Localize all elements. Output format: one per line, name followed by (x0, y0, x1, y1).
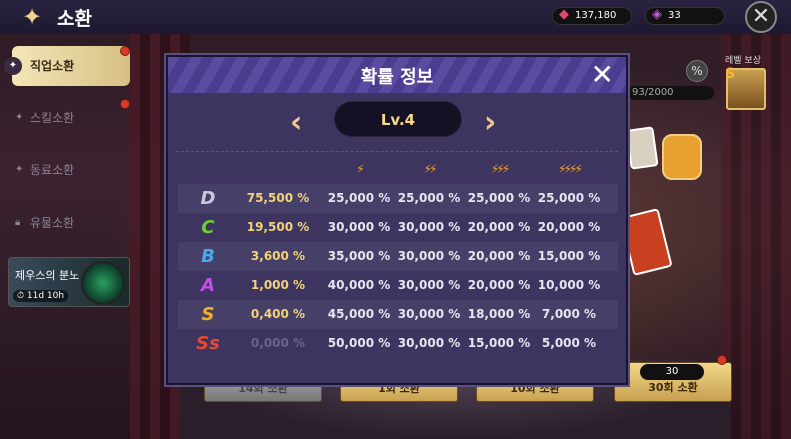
grade-label: S (201, 304, 215, 325)
tier-4-lightning-icon: ⚡⚡⚡⚡ (558, 162, 583, 176)
sparkle-icon: ✦ (15, 164, 24, 175)
tier-2-lightning-icon: ⚡⚡ (423, 162, 438, 176)
close-icon[interactable]: ✕ (745, 1, 777, 33)
tier-4-rate: 25,000 % (537, 191, 601, 205)
close-icon[interactable]: ✕ (591, 59, 614, 91)
table-header-row: ⚡ ⚡⚡ ⚡⚡⚡ ⚡⚡⚡⚡ (178, 155, 618, 184)
sidebar-item-relic-summon[interactable]: 🔒︎ 유물소환 (12, 203, 130, 243)
event-title: 제우스의 분노 (15, 269, 80, 282)
summon-star-icon: ✦ (21, 3, 43, 31)
sidebar-item-label: 스킬소환 (30, 111, 75, 125)
base-rate: 0,000 % (250, 336, 306, 350)
grade-label: D (200, 188, 216, 209)
grade-label: B (201, 246, 215, 267)
ruby-gem-icon: ◆ (559, 7, 569, 22)
chevron-left-icon[interactable]: ‹ (290, 105, 302, 140)
table-row: D 75,500 % 25,000 % 25,000 % 25,000 % 25,000 … (178, 184, 618, 213)
chevron-right-icon[interactable]: › (484, 105, 496, 140)
tier-3-rate: 18,000 % (467, 307, 531, 321)
tier-1-rate: 50,000 % (327, 336, 391, 350)
sidebar-item-label: 유물소환 (30, 216, 75, 230)
tier-4-rate: 20,000 % (537, 220, 601, 234)
tier-3-rate: 20,000 % (467, 220, 531, 234)
ruby-currency[interactable]: ◆ 137,180 (552, 7, 632, 25)
tier-2-rate: 30,000 % (397, 278, 461, 292)
tier-2-rate: 30,000 % (397, 336, 461, 350)
table-row: C 19,500 % 30,000 % 30,000 % 20,000 % 20,000 … (178, 213, 618, 242)
ruby-amount: 137,180 (575, 10, 617, 21)
modal-title: 확률 정보 (360, 67, 434, 88)
tier-3-rate: 20,000 % (467, 278, 531, 292)
sparkle-icon: ✦ (15, 112, 24, 123)
top-bar: ✦ 소환 ◆ 137,180 ◈ 33 ✕ (0, 0, 791, 34)
event-art (81, 261, 125, 305)
tier-4-rate: 7,000 % (541, 307, 597, 321)
ticket-amount: 33 (668, 10, 681, 21)
sidebar-item-class-summon[interactable]: ✦ 직업소환 (4, 46, 130, 86)
divider (176, 151, 618, 152)
s-grade-icon: S (725, 66, 736, 82)
tier-1-rate: 45,000 % (327, 307, 391, 321)
event-timer-text: 11d 10h (26, 291, 65, 301)
probability-modal: 확률 정보 ✕ ‹ Lv.4 › ⚡ ⚡⚡ ⚡⚡⚡ ⚡⚡⚡⚡ D 75,500 %… (166, 55, 628, 385)
grade-label: C (201, 217, 215, 238)
sidebar-item-companion-summon[interactable]: ✦ 동료소환 (12, 150, 130, 190)
notification-dot (120, 99, 130, 109)
modal-header: 확률 정보 ✕ (168, 57, 626, 93)
event-banner[interactable]: 제우스의 분노 ⏱ 11d 10h (8, 257, 130, 307)
probability-button[interactable]: % (686, 60, 708, 82)
tier-1-rate: 35,000 % (327, 249, 391, 263)
table-row: A 1,000 % 40,000 % 30,000 % 20,000 % 10,000 % (178, 271, 618, 300)
summon-30-cost: 30 (640, 364, 704, 380)
probability-table: ⚡ ⚡⚡ ⚡⚡⚡ ⚡⚡⚡⚡ D 75,500 % 25,000 % 25,000 % 2… (178, 155, 618, 358)
event-timer: ⏱ 11d 10h (13, 290, 69, 302)
notification-dot (120, 46, 130, 56)
tier-1-rate: 30,000 % (327, 220, 391, 234)
sidebar-item-label: 동료소환 (30, 163, 75, 177)
compass-icon: ✦ (4, 57, 22, 75)
summon-ticket-icon: ◈ (652, 7, 662, 22)
tier-2-rate: 30,000 % (397, 249, 461, 263)
grade-label: A (201, 275, 215, 296)
tier-2-rate: 30,000 % (397, 220, 461, 234)
base-rate: 75,500 % (246, 191, 310, 205)
level-selector: Lv.4 (334, 101, 462, 137)
tier-4-rate: 5,000 % (541, 336, 597, 350)
summon-progress: 93/2000 (628, 86, 714, 100)
base-rate: 19,500 % (246, 220, 310, 234)
tier-3-rate: 20,000 % (467, 249, 531, 263)
table-row: Ss 0,000 % 50,000 % 30,000 % 15,000 % 5,000 % (178, 329, 618, 358)
notification-dot (717, 355, 727, 365)
emblem-art (662, 134, 702, 180)
base-rate: 3,600 % (250, 249, 306, 263)
tier-3-rate: 15,000 % (467, 336, 531, 350)
tier-1-rate: 40,000 % (327, 278, 391, 292)
tier-1-lightning-icon: ⚡ (356, 162, 364, 176)
page-title: 소환 (57, 8, 92, 30)
tier-2-rate: 25,000 % (397, 191, 461, 205)
tier-1-rate: 25,000 % (327, 191, 391, 205)
tier-3-rate: 25,000 % (467, 191, 531, 205)
tier-4-rate: 10,000 % (537, 278, 601, 292)
lock-icon: 🔒︎ (15, 217, 21, 228)
sidebar-item-skill-summon[interactable]: ✦ 스킬소환 (12, 98, 130, 138)
base-rate: 1,000 % (250, 278, 306, 292)
tier-4-rate: 15,000 % (537, 249, 601, 263)
level-reward-label: 레벨 보상 (725, 56, 761, 66)
base-rate: 0,400 % (250, 307, 306, 321)
sidebar-item-label: 직업소환 (30, 59, 75, 73)
tier-2-rate: 30,000 % (397, 307, 461, 321)
tier-3-lightning-icon: ⚡⚡⚡ (490, 162, 510, 176)
ticket-currency[interactable]: ◈ 33 (645, 7, 725, 25)
table-row: S 0,400 % 45,000 % 30,000 % 18,000 % 7,000 % (178, 300, 618, 329)
card-art (625, 126, 659, 170)
table-row: B 3,600 % 35,000 % 30,000 % 20,000 % 15,000 % (178, 242, 618, 271)
level-reward-chest[interactable]: S (725, 66, 766, 110)
grade-label: Ss (196, 333, 220, 354)
